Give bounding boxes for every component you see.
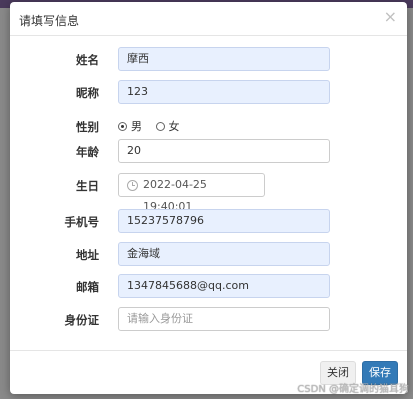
close-icon[interactable]: × (384, 9, 397, 25)
gender-radio-female[interactable]: 女 (155, 118, 180, 134)
form-row-email: 邮箱 1347845688@qq.com (10, 274, 407, 298)
age-label: 年龄 (76, 145, 99, 159)
address-label: 地址 (76, 248, 99, 262)
dialog-header: 请填写信息 × (10, 2, 407, 36)
form-row-birthday: 生日 2022-04-25 19:40:01 (10, 173, 407, 213)
birthday-label: 生日 (76, 179, 99, 193)
address-input[interactable]: 金海域 (118, 242, 330, 266)
form-row-phone: 手机号 15237578796 (10, 209, 407, 233)
radio-checked-icon[interactable] (118, 122, 127, 131)
nickname-label: 昵称 (76, 86, 99, 100)
form-row-nickname: 昵称 123 (10, 80, 407, 104)
form-row-name: 姓名 摩西 (10, 47, 407, 71)
email-input[interactable]: 1347845688@qq.com (118, 274, 330, 298)
name-label: 姓名 (76, 53, 99, 67)
age-input[interactable]: 20 (118, 139, 330, 163)
dialog-title: 请填写信息 (19, 14, 80, 28)
birthday-value: 2022-04-25 19:40:01 (143, 178, 207, 213)
form-row-id-card: 身份证 请输入身份证 (10, 307, 407, 331)
email-label: 邮箱 (76, 280, 99, 294)
watermark: CSDN @确定调的猫耳狗 (297, 384, 409, 395)
gender-radio-male[interactable]: 男 (118, 118, 142, 134)
id-card-label: 身份证 (64, 313, 100, 327)
nickname-input[interactable]: 123 (118, 80, 330, 104)
form-row-address: 地址 金海域 (10, 242, 407, 266)
clock-icon (127, 180, 138, 191)
gender-male-label: 男 (131, 120, 142, 133)
gender-radio-group: 男 女 (118, 118, 190, 134)
radio-unchecked-icon[interactable] (155, 122, 165, 131)
gender-female-label: 女 (168, 120, 180, 133)
id-card-input[interactable]: 请输入身份证 (118, 307, 330, 331)
phone-input[interactable]: 15237578796 (118, 209, 330, 233)
phone-label: 手机号 (64, 215, 100, 229)
info-dialog: 请填写信息 × 姓名 摩西 昵称 123 性别 男 女 年龄 20 生日 202… (10, 2, 407, 394)
birthday-picker[interactable]: 2022-04-25 19:40:01 (118, 173, 265, 213)
form-row-gender: 性别 男 女 (10, 114, 407, 138)
gender-label: 性别 (76, 120, 99, 134)
name-input[interactable]: 摩西 (118, 47, 330, 71)
form-row-age: 年龄 20 (10, 139, 407, 163)
